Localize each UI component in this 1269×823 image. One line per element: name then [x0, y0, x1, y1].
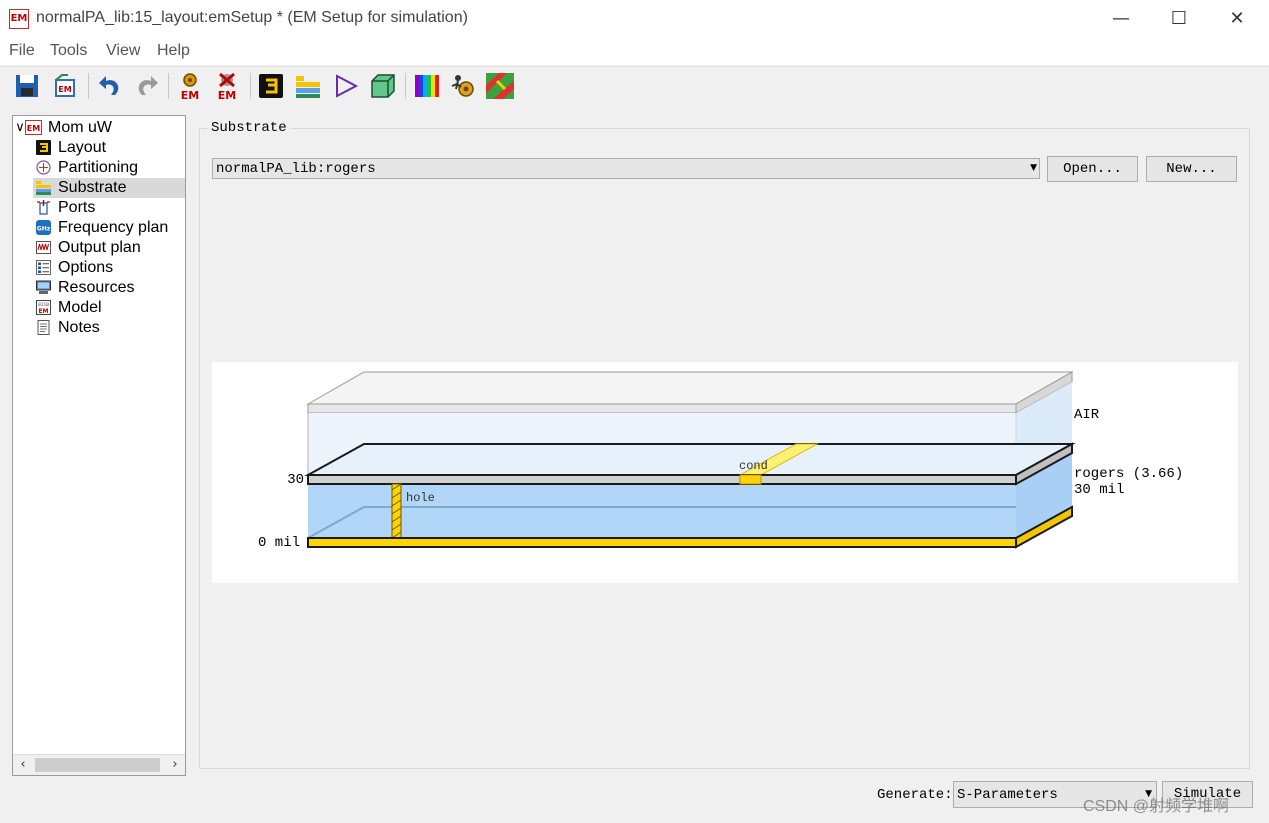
tree-item-options[interactable]: Options	[33, 258, 185, 278]
em-cancel-icon[interactable]: EM	[212, 71, 242, 101]
watermark-text: CSDN @射频学堆啊	[1083, 798, 1230, 815]
undo-icon[interactable]	[95, 71, 125, 101]
color-spectrum-icon[interactable]	[412, 71, 442, 101]
tree-horizontal-scrollbar[interactable]: ‹ ›	[13, 754, 185, 775]
menu-file[interactable]: File	[9, 42, 35, 60]
svg-text:EM: EM	[181, 89, 199, 101]
svg-text:EM: EM	[218, 89, 236, 101]
em-app-icon: EM	[9, 9, 29, 29]
toolbar-separator	[88, 73, 89, 99]
minimize-button[interactable]: —	[1092, 0, 1150, 38]
air-cover	[307, 403, 1017, 414]
open-button[interactable]: Open...	[1047, 156, 1138, 182]
frequency-icon: GHz	[36, 220, 51, 235]
model-icon: 0110 EM	[36, 300, 51, 315]
menu-tools[interactable]: Tools	[50, 42, 87, 60]
run-icon[interactable]	[449, 71, 479, 101]
toolbar-separator	[405, 73, 406, 99]
substrate-group-label: Substrate	[207, 120, 291, 136]
ports-icon	[37, 200, 50, 215]
scroll-right-icon[interactable]: ›	[165, 755, 185, 775]
substrate-stack-drawing: AIR rogers (3.66) 30 mil 30 0 mil cond h…	[258, 371, 1183, 551]
tree-root-label: Mom uW	[48, 119, 112, 136]
dropdown-arrow-icon[interactable]: ▼	[1030, 159, 1037, 178]
tree-item-label: Options	[58, 259, 114, 276]
em-icon: EM	[25, 120, 42, 135]
close-button[interactable]: ✕	[1208, 0, 1266, 38]
3d-view-icon[interactable]	[368, 71, 398, 101]
em-setup-icon[interactable]: EM	[50, 71, 80, 101]
tree-item-label: Output plan	[58, 239, 141, 256]
resources-icon	[36, 280, 51, 294]
tree-item-label: Notes	[58, 319, 100, 336]
scrollbar-thumb[interactable]	[35, 758, 160, 772]
interface-plane	[304, 443, 1076, 476]
menu-view[interactable]: View	[106, 42, 140, 60]
cond-label: cond	[739, 459, 768, 473]
tree-item-substrate[interactable]: Substrate	[33, 178, 185, 198]
new-button[interactable]: New...	[1146, 156, 1237, 182]
title-bar: EM normalPA_lib:15_layout:emSetup * (EM …	[0, 0, 1269, 38]
partitioning-icon	[36, 160, 51, 175]
substrate-icon	[36, 181, 51, 195]
tree-item-layout[interactable]: Layout	[33, 138, 185, 158]
tree-item-label: Layout	[58, 139, 107, 156]
material-label: rogers (3.66)	[1074, 466, 1183, 482]
setup-tree: ∨ EM Mom uW Layout Partitioning Substrat…	[12, 115, 186, 776]
generate-label: Generate:	[877, 787, 953, 803]
air-label: AIR	[1074, 407, 1100, 423]
substrate-icon[interactable]	[293, 71, 323, 101]
tree-item-output-plan[interactable]: Output plan	[33, 238, 185, 258]
bottom-level-label: 0 mil	[258, 535, 300, 551]
tree-item-label: Ports	[58, 199, 96, 216]
em-generate-icon[interactable]: EM	[175, 71, 205, 101]
toolbar-separator	[250, 73, 251, 99]
generate-select-value: S-Parameters	[957, 787, 1058, 803]
menu-bar: File Tools View Help	[0, 38, 1269, 65]
layout-view-icon[interactable]	[485, 71, 515, 101]
substrate-select-value: normalPA_lib:rogers	[216, 161, 376, 177]
svg-text:EM: EM	[38, 308, 48, 315]
tree-item-label: Resources	[58, 279, 135, 296]
tree-item-label: Frequency plan	[58, 219, 169, 236]
tree-item-label: Model	[58, 299, 102, 316]
tree-item-notes[interactable]: Notes	[33, 318, 185, 338]
redo-icon[interactable]	[132, 71, 162, 101]
notes-icon	[37, 320, 50, 335]
maximize-button[interactable]: ☐	[1150, 0, 1208, 38]
tree-item-frequency-plan[interactable]: GHz Frequency plan	[33, 218, 185, 238]
schematic-icon[interactable]	[331, 71, 361, 101]
scroll-left-icon[interactable]: ‹	[13, 755, 33, 775]
tree-item-ports[interactable]: Ports	[33, 198, 185, 218]
svg-text:EM: EM	[58, 85, 71, 94]
menu-help[interactable]: Help	[157, 42, 190, 60]
output-icon	[36, 241, 51, 254]
ground-plane	[307, 537, 1017, 548]
toolbar: EM EM EM	[0, 66, 1269, 105]
tree-item-partitioning[interactable]: Partitioning	[33, 158, 185, 178]
conductor-front	[739, 474, 762, 485]
layout-icon[interactable]	[256, 71, 286, 101]
tree-item-model[interactable]: 0110 EM Model	[33, 298, 185, 318]
tree-item-resources[interactable]: Resources	[33, 278, 185, 298]
air-top-face	[306, 371, 1074, 405]
tree-item-label: Substrate	[58, 179, 127, 196]
layout-icon	[36, 140, 51, 155]
save-icon[interactable]	[12, 71, 42, 101]
svg-text:EM: EM	[27, 124, 40, 133]
top-level-label: 30	[287, 472, 304, 488]
substrate-diagram: AIR rogers (3.66) 30 mil 30 0 mil cond h…	[212, 362, 1238, 583]
tree-item-label: Partitioning	[58, 159, 139, 176]
substrate-select[interactable]: normalPA_lib:rogers ▼	[212, 158, 1040, 179]
svg-text:GHz: GHz	[37, 226, 51, 233]
hole-label: hole	[406, 491, 435, 505]
options-icon	[36, 260, 51, 275]
cover-band	[307, 474, 1017, 485]
window-title: normalPA_lib:15_layout:emSetup * (EM Set…	[36, 9, 468, 26]
thickness-label: 30 mil	[1074, 482, 1124, 498]
toolbar-separator	[168, 73, 169, 99]
